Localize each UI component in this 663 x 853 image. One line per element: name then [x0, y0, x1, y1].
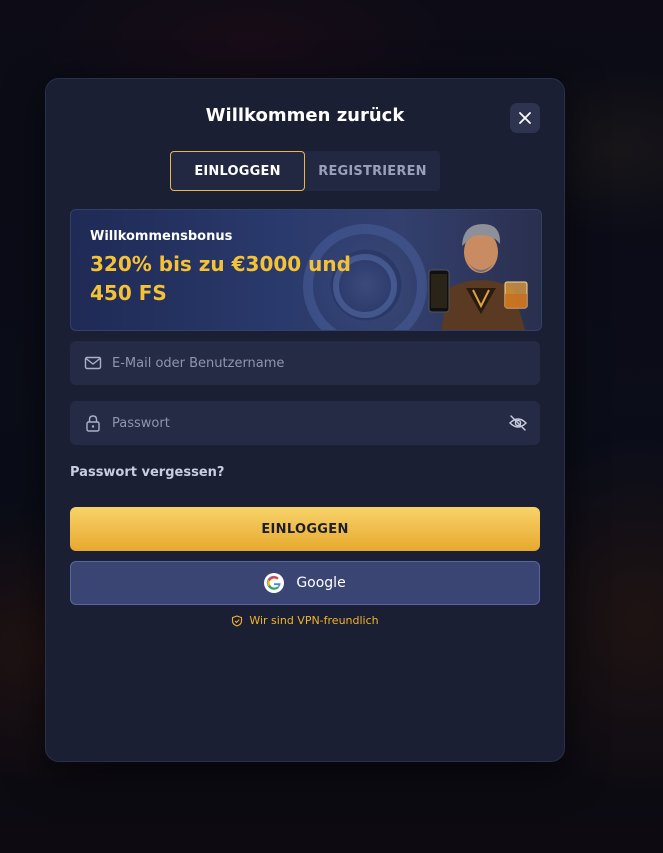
vpn-notice-text: Wir sind VPN-freundlich — [249, 614, 379, 627]
lock-icon — [86, 415, 100, 432]
close-icon — [519, 112, 531, 124]
password-input[interactable] — [110, 401, 490, 445]
username-field — [70, 341, 540, 385]
welcome-bonus-banner[interactable]: Willkommensbonus 320% bis zu €3000 und 4… — [70, 209, 542, 331]
modal-title: Willkommen zurück — [205, 105, 405, 126]
google-icon — [264, 573, 285, 593]
close-button[interactable] — [510, 103, 540, 133]
login-modal: Willkommen zurück EINLOGGEN REGISTRIEREN… — [45, 78, 565, 762]
bonus-offer: 320% bis zu €3000 und 450 FS — [90, 252, 351, 305]
vpn-notice: Wir sind VPN-freundlich — [46, 614, 564, 627]
password-field — [70, 401, 540, 445]
bonus-label: Willkommensbonus — [90, 229, 233, 244]
envelope-icon — [84, 356, 102, 370]
username-input[interactable] — [110, 341, 490, 385]
tab-login[interactable]: EINLOGGEN — [170, 151, 305, 191]
auth-tabs: EINLOGGEN REGISTRIEREN — [170, 151, 440, 191]
tab-register[interactable]: REGISTRIEREN — [305, 151, 440, 191]
eye-off-icon[interactable] — [508, 413, 528, 433]
login-button[interactable]: EINLOGGEN — [70, 507, 540, 551]
google-login-button[interactable]: Google — [70, 561, 540, 605]
mascot-illustration — [428, 224, 528, 330]
google-button-label: Google — [296, 575, 346, 591]
forgot-password-link[interactable]: Passwort vergessen? — [70, 465, 224, 480]
shield-icon — [232, 614, 243, 627]
